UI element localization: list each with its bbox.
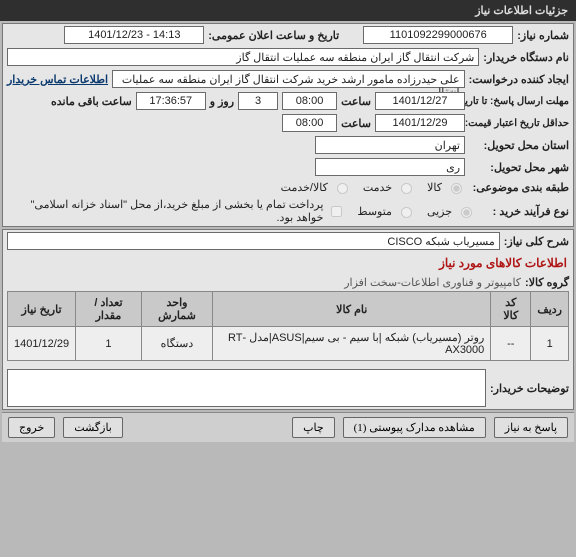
td-date: 1401/12/29: [8, 327, 76, 361]
exit-button[interactable]: خروج: [8, 417, 55, 438]
desc-label: شرح کلی نیاز:: [504, 235, 569, 248]
td-name: روتر (مسیریاب) شبکه |با سیم - بی سیم|ASU…: [213, 327, 491, 361]
td-qty: 1: [76, 327, 142, 361]
city-value: ری: [315, 158, 465, 176]
table-header-row: ردیف کد کالا نام کالا واحد شمارش تعداد /…: [8, 292, 569, 327]
td-code: --: [491, 327, 531, 361]
city-label: شهر محل تحویل:: [469, 161, 569, 174]
print-button[interactable]: چاپ: [292, 417, 335, 438]
td-unit: دستگاه: [141, 327, 212, 361]
radio-service-label: خدمت: [363, 181, 392, 194]
description-panel: شرح کلی نیاز: مسیریاب شبکه CISCO اطلاعات…: [2, 229, 574, 410]
th-name: نام کالا: [213, 292, 491, 327]
org-label: نام دستگاه خریدار:: [483, 51, 569, 64]
category-label: طبقه بندی موضوعی:: [469, 181, 569, 194]
buyer-note-box: [7, 369, 486, 407]
reply-date: 1401/12/27: [375, 92, 465, 110]
price-valid-label: حداقل تاریخ اعتبار قیمت: تا تاریخ:: [469, 118, 569, 129]
group-value: کامپیوتر و فناوری اطلاعات-سخت افزار: [344, 276, 521, 289]
reply-time: 08:00: [282, 92, 337, 110]
table-row[interactable]: 1 -- روتر (مسیریاب) شبکه |با سیم - بی سی…: [8, 327, 569, 361]
creator-label: ایجاد کننده درخواست:: [469, 73, 569, 86]
buy-type-label: نوع فرآیند خرید :: [479, 205, 569, 218]
buyer-note-label: توضیحات خریدار:: [490, 382, 569, 395]
creator-value: علی حیدرزاده مامور ارشد خرید شرکت انتقال…: [112, 70, 465, 88]
back-button[interactable]: بازگشت: [63, 417, 123, 438]
remaining-label: ساعت باقی مانده: [51, 95, 132, 108]
province-value: تهران: [315, 136, 465, 154]
province-label: استان محل تحویل:: [469, 139, 569, 152]
radio-both[interactable]: [337, 183, 348, 194]
announce-value: 1401/12/23 - 14:13: [64, 26, 204, 44]
price-date: 1401/12/29: [375, 114, 465, 132]
th-code: کد کالا: [491, 292, 531, 327]
time-label-2: ساعت: [341, 117, 371, 130]
contact-link[interactable]: اطلاعات تماس خریدار: [7, 73, 108, 86]
need-no-value: 1101092299000676: [363, 26, 513, 44]
time-label-1: ساعت: [341, 95, 371, 108]
reply-button[interactable]: پاسخ به نیاز: [494, 417, 568, 438]
th-date: تاریخ نیاز: [8, 292, 76, 327]
need-no-label: شماره نیاز:: [517, 29, 569, 42]
th-qty: تعداد / مقدار: [76, 292, 142, 327]
radio-mid-label: متوسط: [357, 205, 392, 218]
items-table: ردیف کد کالا نام کالا واحد شمارش تعداد /…: [7, 291, 569, 361]
attachments-button[interactable]: مشاهده مدارک پیوستی (1): [343, 417, 486, 438]
radio-service[interactable]: [401, 183, 412, 194]
th-idx: ردیف: [531, 292, 569, 327]
radio-low-label: جزیی: [427, 205, 452, 218]
radio-mid[interactable]: [401, 207, 412, 218]
day-label: روز و: [210, 95, 234, 108]
radio-both-label: کالا/خدمت: [281, 181, 328, 194]
org-value: شرکت انتقال گاز ایران منطقه سه عملیات ان…: [7, 48, 479, 66]
remaining-time: 17:36:57: [136, 92, 206, 110]
days-value: 3: [238, 92, 278, 110]
window-title: جزئیات اطلاعات نیاز: [475, 5, 568, 17]
bottom-bar: پاسخ به نیاز مشاهده مدارک پیوستی (1) چاپ…: [2, 412, 574, 442]
group-label: گروه کالا:: [525, 276, 569, 289]
th-unit: واحد شمارش: [141, 292, 212, 327]
radio-goods[interactable]: [451, 183, 462, 194]
checkbox-note: پرداخت تمام یا بخشی از مبلغ خرید،از محل …: [15, 198, 323, 224]
items-section-title: اطلاعات کالاهای مورد نیاز: [3, 252, 573, 274]
price-time: 08:00: [282, 114, 337, 132]
checkbox-treasury[interactable]: [331, 206, 342, 217]
radio-low[interactable]: [461, 207, 472, 218]
announce-label: تاریخ و ساعت اعلان عمومی:: [208, 29, 339, 42]
reply-deadline-label: مهلت ارسال پاسخ: تا تاریخ:: [469, 96, 569, 107]
info-panel: شماره نیاز: 1101092299000676 تاریخ و ساع…: [2, 23, 574, 227]
td-idx: 1: [531, 327, 569, 361]
desc-value: مسیریاب شبکه CISCO: [7, 232, 500, 250]
window-titlebar: جزئیات اطلاعات نیاز: [0, 0, 576, 21]
radio-goods-label: کالا: [427, 181, 442, 194]
